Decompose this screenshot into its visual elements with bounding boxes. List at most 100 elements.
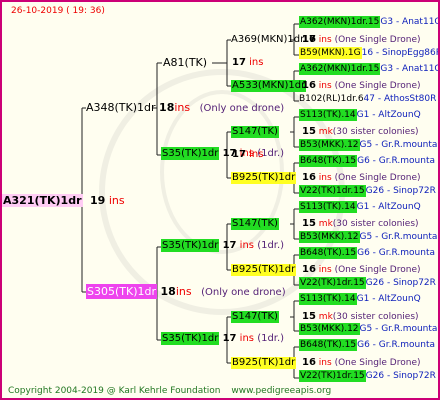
gen2-unit: ins <box>239 333 254 344</box>
gen4-label[interactable]: A362(MKN)1dr.15 <box>299 16 381 28</box>
gen4-label[interactable]: S113(TK).14 <box>299 201 357 213</box>
gen4-label[interactable]: B53(MKK).12 <box>299 139 360 151</box>
gen4-node: B648(TK).15G6 - Gr.R.mounta <box>299 247 435 259</box>
gen3-sub-note: 16 ins (One Single Drone) <box>302 80 421 91</box>
gen4-label[interactable]: B53(MKK).12 <box>299 231 360 243</box>
gen4-label[interactable]: V22(TK)1dr.15 <box>299 370 366 382</box>
gen2-num: 17 <box>222 333 237 344</box>
gen4-node: B59(MKN).1G16 - SinopEgg86R <box>299 47 440 59</box>
gen3-num: 17 <box>232 149 246 160</box>
gen2-label[interactable]: A81(TK) <box>163 57 207 68</box>
gen4-node: S113(TK).14G1 - AltZounQ <box>299 293 421 305</box>
gen4-origin: G6 - Gr.R.mounta <box>357 156 435 166</box>
gen3-sub-note: 16 ins (One Single Drone) <box>302 172 421 183</box>
gen4-node: B53(MKK).12G5 - Gr.R.mounta <box>299 139 438 151</box>
report-date: 26-10-2019 ( 19: 36) <box>11 6 105 16</box>
gen4-node: B102(RL)1dr.647 - AthosSt80R <box>299 95 436 104</box>
gen3-inbreeding: 17 ins <box>232 58 263 68</box>
gen4-label[interactable]: B648(TK).15 <box>299 155 358 167</box>
gen4-origin: G6 - Gr.R.mounta <box>357 248 435 258</box>
gen3-inbreeding: 17 ins <box>232 150 263 160</box>
gen4-origin: G3 - Anat11Q <box>380 17 440 27</box>
gen4-origin: G5 - Gr.R.mounta <box>359 140 438 150</box>
gen4-label[interactable]: V22(TK)1dr.15 <box>299 185 366 197</box>
gen3-unit: ins <box>249 149 264 160</box>
gen2-node: S35(TK)1dr 17 ins (1dr.) <box>161 239 285 252</box>
gen3-label[interactable]: A369(MKN)1dr <box>231 35 304 45</box>
gen4-origin: G26 - Sinop72R <box>365 371 436 381</box>
gen3-sub-note: 16 ins (One Single Drone) <box>302 357 421 368</box>
gen1-label[interactable]: A348(TK)1dr <box>86 101 156 114</box>
gen1-node: A348(TK)1dr 18ins (Only one drone) <box>86 102 284 114</box>
gen4-node: S113(TK).14G1 - AltZounQ <box>299 109 421 121</box>
gen1-label[interactable]: S305(TK)1dr <box>86 284 157 299</box>
gen3-sub-note: 15 mk(30 sister colonies) <box>302 311 419 322</box>
gen4-label[interactable]: B648(TK).15 <box>299 247 358 259</box>
root-queen[interactable]: A321(TK)1dr <box>2 194 83 207</box>
gen1-unit: ins <box>174 101 191 114</box>
gen4-label[interactable]: A362(MKN)1dr.15 <box>299 63 381 75</box>
gen4-label[interactable]: B53(MKK).12 <box>299 323 360 335</box>
gen4-origin: G26 - Sinop72R <box>365 186 436 196</box>
gen2-label[interactable]: S35(TK)1dr <box>161 239 220 252</box>
gen3-label[interactable]: B925(TK)1dr <box>231 264 297 276</box>
gen4-origin: G3 - Anat11Q <box>380 64 440 74</box>
gen4-node: S113(TK).14G1 - AltZounQ <box>299 201 421 213</box>
gen4-origin: G1 - AltZounQ <box>356 202 421 212</box>
gen4-origin: 16 - SinopEgg86R <box>361 48 440 58</box>
gen4-origin: G26 - Sinop72R <box>365 278 436 288</box>
gen4-origin: 47 - AthosSt80R <box>363 94 437 104</box>
gen2-label[interactable]: S35(TK)1dr <box>161 147 220 160</box>
gen1-num: 18 <box>159 101 175 114</box>
root-inbreeding: 19 ins <box>90 195 125 206</box>
inbreed-num: 19 <box>90 194 106 207</box>
gen3-sub-note: 16 ins (One Single Drone) <box>302 34 421 45</box>
copyright-text: Copyright 2004-2019 @ Karl Kehrle Founda… <box>8 387 331 396</box>
gen4-node: A362(MKN)1dr.15G3 - Anat11Q <box>299 16 440 28</box>
gen1-note: (Only one drone) <box>201 287 286 298</box>
copyright: Copyright 2004-2019 @ Karl Kehrle Founda… <box>8 386 221 396</box>
gen3-label[interactable]: S147(TK) <box>231 311 279 323</box>
gen3-sub-note: 15 mk(30 sister colonies) <box>302 218 419 229</box>
gen3-sub-note: 16 ins (One Single Drone) <box>302 264 421 275</box>
gen1-num: 18 <box>160 285 176 298</box>
gen4-origin: G1 - AltZounQ <box>356 110 421 120</box>
gen4-node: B648(TK).15G6 - Gr.R.mounta <box>299 339 435 351</box>
gen4-label[interactable]: V22(TK)1dr.15 <box>299 277 366 289</box>
inbreed-unit: ins <box>108 194 125 207</box>
gen3-num: 17 <box>232 57 246 68</box>
gen4-node: B53(MKK).12G5 - Gr.R.mounta <box>299 323 438 335</box>
gen4-node: B53(MKK).12G5 - Gr.R.mounta <box>299 231 438 243</box>
gen4-label[interactable]: S113(TK).14 <box>299 293 357 305</box>
pedigree-frame: 26-10-2019 ( 19: 36) Copyright 2004-2019… <box>0 0 440 400</box>
gen4-origin: G5 - Gr.R.mounta <box>359 324 438 334</box>
gen3-label[interactable]: S147(TK) <box>231 218 279 230</box>
gen4-node: V22(TK)1dr.15G26 - Sinop72R <box>299 370 436 382</box>
gen3-unit: ins <box>249 57 264 68</box>
gen2-unit: ins <box>239 240 254 251</box>
website-link[interactable]: www.pedigreeapis.org <box>231 386 331 396</box>
gen3-label[interactable]: S147(TK) <box>231 126 279 138</box>
gen2-num: 17 <box>222 240 237 251</box>
gen4-label[interactable]: S113(TK).14 <box>299 109 357 121</box>
gen2-note: (1dr.) <box>257 240 285 251</box>
gen1-note: (Only one drone) <box>199 103 285 114</box>
gen3-label[interactable]: B925(TK)1dr <box>231 172 297 184</box>
gen3-label[interactable]: B925(TK)1dr <box>231 357 297 369</box>
gen4-node: B648(TK).15G6 - Gr.R.mounta <box>299 155 435 167</box>
gen4-origin: G5 - Gr.R.mounta <box>359 232 438 242</box>
gen2-node: S35(TK)1dr 17 ins (1dr.) <box>161 147 284 160</box>
gen4-label[interactable]: B102(RL)1dr.6 <box>299 94 364 104</box>
gen3-label[interactable]: A533(MKN)1dr <box>231 80 307 92</box>
gen4-label[interactable]: B648(TK).15 <box>299 339 358 351</box>
gen4-origin: G6 - Gr.R.mounta <box>357 340 435 350</box>
gen2-label[interactable]: S35(TK)1dr <box>161 332 220 345</box>
gen3-sub-note: 15 mk(30 sister colonies) <box>302 126 419 137</box>
gen4-node: V22(TK)1dr.15G26 - Sinop72R <box>299 185 436 197</box>
gen1-node: S305(TK)1dr 18ins (Only one drone) <box>86 284 286 299</box>
gen4-label[interactable]: B59(MKN).1G <box>299 47 362 59</box>
gen1-unit: ins <box>175 285 192 298</box>
gen4-origin: G1 - AltZounQ <box>356 294 421 304</box>
gen4-node: V22(TK)1dr.15G26 - Sinop72R <box>299 277 436 289</box>
gen4-node: A362(MKN)1dr.15G3 - Anat11Q <box>299 63 440 75</box>
